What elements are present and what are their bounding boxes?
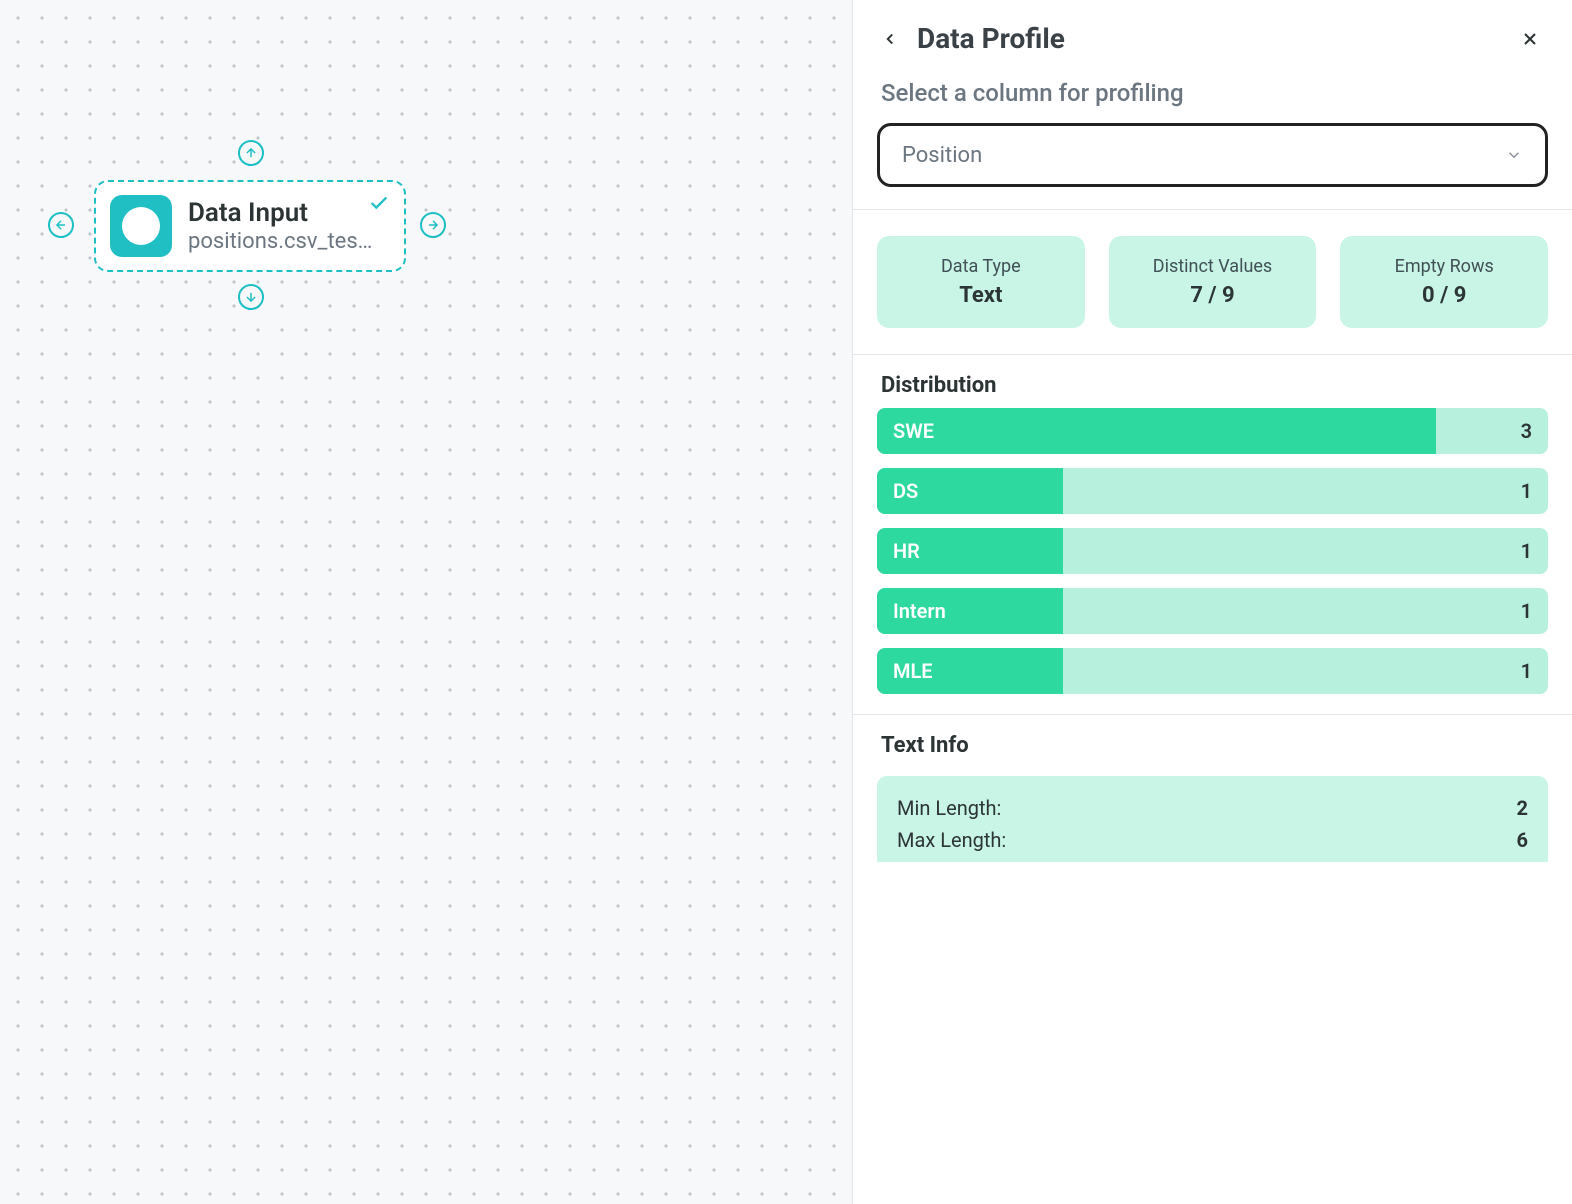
distribution-chart: SWE 3 DS 1 HR 1 Intern 1 MLE 1	[853, 408, 1572, 714]
text-info-row-max: Max Length: 6	[897, 824, 1528, 856]
bar-count: 3	[1521, 419, 1532, 443]
back-button[interactable]	[877, 26, 903, 52]
node-port-right[interactable]	[420, 212, 446, 238]
node-container: Data Input positions.csv_tes…	[40, 140, 460, 310]
close-icon	[1520, 29, 1540, 49]
canvas[interactable]: Data Input positions.csv_tes…	[0, 0, 852, 1204]
bar-label: MLE	[893, 659, 933, 683]
node-port-top[interactable]	[238, 140, 264, 166]
text-info-row-min: Min Length: 2	[897, 792, 1528, 824]
arrow-down-icon	[244, 290, 258, 304]
stat-cards: Data Type Text Distinct Values 7 / 9 Emp…	[853, 210, 1572, 354]
text-info-box: Min Length: 2 Max Length: 6	[877, 776, 1548, 862]
column-selector-value: Position	[902, 143, 982, 168]
panel-title: Data Profile	[917, 22, 1065, 55]
bar-count: 1	[1521, 479, 1532, 503]
text-info-value: 2	[1517, 792, 1528, 824]
profile-panel: Data Profile Select a column for profili…	[852, 0, 1572, 1204]
distribution-bar: Intern 1	[877, 588, 1548, 634]
node-text: Data Input positions.csv_tes…	[188, 198, 390, 254]
bar-label: HR	[893, 539, 920, 563]
node-title: Data Input	[188, 198, 390, 229]
distribution-bar: SWE 3	[877, 408, 1548, 454]
stat-label: Data Type	[887, 256, 1075, 277]
circle-icon	[122, 207, 160, 245]
bar-fill	[877, 408, 1436, 454]
chevron-down-icon	[1505, 146, 1523, 164]
node-subtitle: positions.csv_tes…	[188, 229, 390, 254]
node-port-bottom[interactable]	[238, 284, 264, 310]
text-info-value: 6	[1517, 824, 1528, 856]
node-type-icon	[110, 195, 172, 257]
distribution-bar: DS 1	[877, 468, 1548, 514]
distribution-heading: Distribution	[853, 355, 1572, 408]
arrow-right-icon	[426, 218, 440, 232]
bar-count: 1	[1521, 539, 1532, 563]
arrow-left-icon	[54, 218, 68, 232]
node-data-input[interactable]: Data Input positions.csv_tes…	[94, 180, 406, 272]
bar-label: SWE	[893, 419, 934, 443]
chevron-left-icon	[881, 30, 899, 48]
bar-label: DS	[893, 479, 918, 503]
node-port-left[interactable]	[48, 212, 74, 238]
text-info-label: Min Length:	[897, 792, 1001, 824]
stat-value: 7 / 9	[1119, 283, 1307, 308]
panel-header: Data Profile	[853, 0, 1572, 65]
stat-label: Distinct Values	[1119, 256, 1307, 277]
close-button[interactable]	[1516, 25, 1544, 53]
stat-label: Empty Rows	[1350, 256, 1538, 277]
bar-count: 1	[1521, 599, 1532, 623]
bar-count: 1	[1521, 659, 1532, 683]
text-info-heading: Text Info	[853, 715, 1572, 768]
check-icon	[368, 192, 390, 218]
stat-value: 0 / 9	[1350, 283, 1538, 308]
stat-value: Text	[887, 283, 1075, 308]
bar-label: Intern	[893, 599, 946, 623]
stat-card-data-type: Data Type Text	[877, 236, 1085, 328]
arrow-up-icon	[244, 146, 258, 160]
text-info-label: Max Length:	[897, 824, 1006, 856]
column-select-label: Select a column for profiling	[853, 65, 1572, 107]
distribution-bar: HR 1	[877, 528, 1548, 574]
distribution-bar: MLE 1	[877, 648, 1548, 694]
stat-card-empty: Empty Rows 0 / 9	[1340, 236, 1548, 328]
column-selector[interactable]: Position	[877, 123, 1548, 187]
stat-card-distinct: Distinct Values 7 / 9	[1109, 236, 1317, 328]
